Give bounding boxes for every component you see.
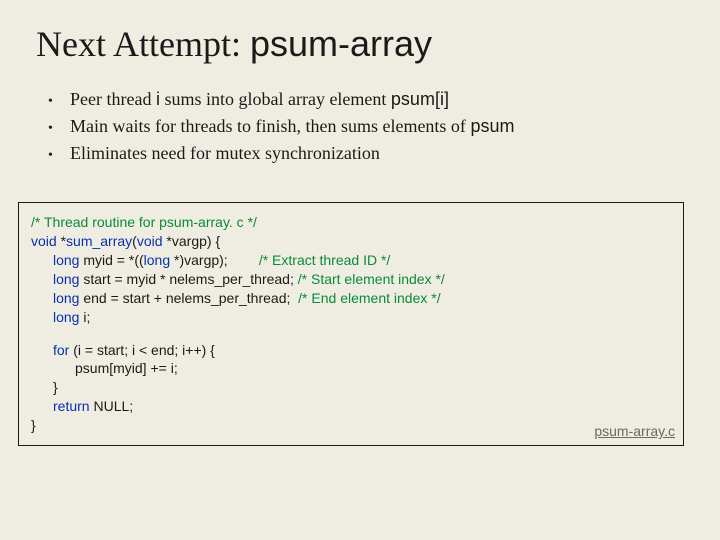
bullet-dot-icon: • [48, 146, 70, 166]
bullet-code: psum [470, 116, 514, 136]
code-rest: (i = start; i < end; i++) { [69, 342, 215, 358]
code-line: return NULL; [31, 397, 671, 416]
code-line: } [31, 378, 671, 397]
code-line: void *sum_array(void *vargp) { [31, 232, 671, 251]
code-kw: long [144, 252, 170, 268]
code-op: * [57, 233, 66, 249]
slide: Next Attempt: psum-array • Peer thread i… [0, 0, 720, 540]
code-line: long myid = *((long *)vargp); /* Extract… [31, 251, 671, 270]
bullet-code: psum[i] [391, 89, 449, 109]
bullet-text: Eliminates need for mutex synchronizatio… [70, 141, 380, 166]
code-line: /* Thread routine for psum-array. c */ [31, 213, 671, 232]
bullet-dot-icon: • [48, 92, 70, 112]
code-rest: NULL; [90, 398, 134, 414]
code-kw: long [53, 271, 79, 287]
code-kw: void [137, 233, 163, 249]
code-rest: *vargp) { [163, 233, 221, 249]
bullet-text: Main waits for threads to finish, then s… [70, 114, 514, 139]
bullet-text: Peer thread i sums into global array ele… [70, 87, 449, 112]
code-comment: /* Extract thread ID */ [259, 252, 391, 268]
bullet-seg: Main waits for threads to finish, then s… [70, 116, 470, 136]
code-line: long i; [31, 308, 671, 327]
code-rest: start = myid * nelems_per_thread; [79, 271, 297, 287]
bullet-list: • Peer thread i sums into global array e… [48, 87, 690, 167]
source-filename: psum-array.c [594, 422, 675, 441]
code-line: for (i = start; i < end; i++) { [31, 341, 671, 360]
code-kw: return [53, 398, 90, 414]
code-kw: long [53, 252, 79, 268]
bullet-item: • Main waits for threads to finish, then… [48, 114, 690, 139]
bullet-seg: sums into global array element [160, 89, 391, 109]
code-kw: void [31, 233, 57, 249]
code-fn: sum_array [66, 233, 132, 249]
code-line: long end = start + nelems_per_thread; /*… [31, 289, 671, 308]
code-comment: /* Start element index */ [298, 271, 445, 287]
code-line: long start = myid * nelems_per_thread; /… [31, 270, 671, 289]
code-block: /* Thread routine for psum-array. c */ v… [18, 202, 684, 446]
code-kw: long [53, 290, 79, 306]
code-line: psum[myid] += i; [31, 359, 671, 378]
code-rest: end = start + nelems_per_thread; [79, 290, 298, 306]
slide-title: Next Attempt: psum-array [36, 24, 690, 65]
bullet-dot-icon: • [48, 119, 70, 139]
code-rest: i; [79, 309, 90, 325]
bullet-seg: Peer thread [70, 89, 156, 109]
code-kw: long [53, 309, 79, 325]
bullet-item: • Peer thread i sums into global array e… [48, 87, 690, 112]
code-line: } [31, 416, 671, 435]
bullet-seg: Eliminates need for mutex synchronizatio… [70, 143, 380, 163]
code-comment: /* End element index */ [298, 290, 440, 306]
title-mono: psum-array [250, 23, 432, 64]
code-kw: for [53, 342, 69, 358]
code-rest: myid = *(( [79, 252, 143, 268]
bullet-item: • Eliminates need for mutex synchronizat… [48, 141, 690, 166]
code-blank-line [31, 327, 671, 341]
code-rest: *)vargp); [170, 252, 228, 268]
title-prefix: Next Attempt: [36, 24, 250, 64]
